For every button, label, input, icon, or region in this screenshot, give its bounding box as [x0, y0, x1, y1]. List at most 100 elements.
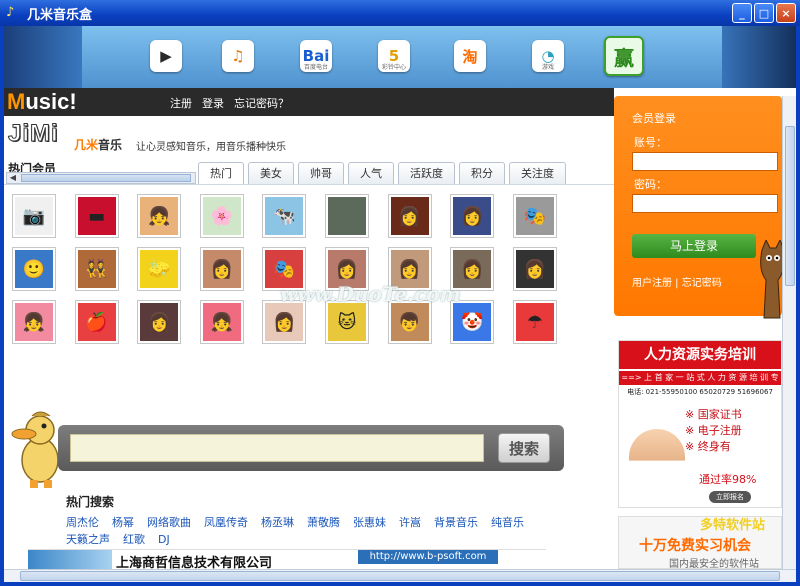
hot-search-link[interactable]: 周杰伦	[66, 514, 99, 531]
tab-4[interactable]: 活跃度	[398, 162, 455, 184]
scroll-thumb[interactable]	[21, 174, 191, 182]
member-avatar[interactable]: 👯	[74, 247, 119, 291]
bottom-horizontal-scrollbar[interactable]	[4, 569, 796, 582]
bottom-ad-banner[interactable]: 上海商哲信息技术有限公司 http://www.b-psoft.com	[28, 549, 546, 571]
member-avatar[interactable]: 🌸	[199, 194, 244, 238]
search-input[interactable]	[70, 434, 484, 462]
avatar-image: 👩	[515, 250, 554, 288]
member-avatar[interactable]	[325, 194, 369, 238]
ad-signup-button[interactable]: 立即报名	[709, 491, 751, 503]
brand-slogan: 让心灵感知音乐，用音乐播种快乐	[136, 142, 286, 153]
minimize-button[interactable]: _	[732, 3, 752, 23]
member-avatar[interactable]: 👩	[199, 247, 244, 291]
ring-icon-label: 彩铃中心	[381, 64, 406, 71]
member-avatar[interactable]: 👧	[12, 300, 56, 344]
tab-1[interactable]: 美女	[248, 162, 294, 184]
ad-phone: 电话: 021-55950100 65020729 51696067	[627, 388, 773, 396]
ad-pass-rate: 通过率98%	[699, 473, 757, 486]
maximize-button[interactable]: □	[754, 3, 774, 23]
bottom-scroll-thumb[interactable]	[20, 571, 780, 581]
avatar-image: 👦	[390, 303, 429, 341]
member-avatar[interactable]: ▬	[74, 194, 119, 238]
ring-icon[interactable]: 5 彩铃中心	[378, 40, 410, 72]
login-links[interactable]: 用户注册 | 忘记密码	[632, 274, 722, 289]
training-ad[interactable]: 人力资源实务培训 ==> 上 首 家 一 站 式 人 力 资 源 培 训 专 业…	[618, 340, 782, 508]
hot-search-link[interactable]: 许嵩	[399, 514, 421, 531]
app-banner: ▶ ♫ Bai 百度电台 5 彩铃中心 淘 ◔ 游戏 赢	[4, 26, 796, 88]
avatar-image: ☂	[515, 303, 554, 341]
search-button[interactable]: 搜索	[498, 433, 550, 463]
tab-3[interactable]: 人气	[348, 162, 394, 184]
tab-5[interactable]: 积分	[459, 162, 505, 184]
login-submit-button[interactable]: 马上登录	[632, 234, 756, 258]
taobao-icon[interactable]: 淘	[454, 40, 486, 72]
horizontal-scrollbar[interactable]: ◀	[6, 172, 196, 184]
jimi-logo: JiMi	[8, 120, 59, 148]
member-avatar[interactable]: 📷	[12, 194, 56, 238]
password-input[interactable]	[632, 194, 778, 213]
login-title: 会员登录	[632, 112, 676, 125]
hot-search-link[interactable]: DJ	[158, 531, 170, 548]
vertical-scroll-thumb[interactable]	[785, 126, 795, 286]
hot-search-link[interactable]: 萧敬腾	[307, 514, 340, 531]
hot-search-link[interactable]: 纯音乐	[491, 514, 524, 531]
hot-search-link[interactable]: 杨丞琳	[261, 514, 294, 531]
hot-search-link[interactable]: 红歌	[123, 531, 145, 548]
member-avatar[interactable]: 👩	[387, 194, 432, 238]
tab-6[interactable]: 关注度	[509, 162, 566, 184]
app-icon: ♪	[6, 5, 15, 20]
game-icon[interactable]: ◔ 游戏	[532, 40, 564, 72]
member-avatar[interactable]: 👩	[262, 300, 307, 344]
account-input[interactable]	[632, 152, 778, 171]
hot-search-link[interactable]: 天籁之声	[66, 531, 110, 548]
member-avatar[interactable]: 🤡	[450, 300, 495, 344]
tab-0[interactable]: 热门	[198, 162, 244, 184]
game-icon-label: 游戏	[541, 64, 554, 71]
member-avatar[interactable]: 🐄	[262, 194, 307, 238]
search-bar: 搜索	[58, 425, 564, 471]
avatar-image: 👧	[140, 197, 179, 235]
member-avatar[interactable]: 🙂	[12, 247, 56, 291]
ad-url[interactable]: http://www.b-psoft.com	[358, 550, 498, 564]
hot-search-link[interactable]: 凤凰传奇	[204, 514, 248, 531]
ad-feature-list: ※ 国家证书 ※ 电子注册 ※ 终身有	[685, 407, 742, 455]
avatar-image: 👩	[390, 197, 429, 235]
hot-search-title: 热门搜索	[66, 495, 115, 509]
forgot-password-link[interactable]: 忘记密码？	[234, 95, 289, 111]
app-banner-inner: ▶ ♫ Bai 百度电台 5 彩铃中心 淘 ◔ 游戏 赢	[82, 26, 722, 88]
hot-search-link[interactable]: 张惠妹	[353, 514, 386, 531]
member-avatar[interactable]: 👧	[199, 300, 244, 344]
window-frame-bottom	[0, 582, 800, 586]
login-link[interactable]: 登录	[202, 95, 224, 111]
member-avatar[interactable]: 👩	[450, 194, 495, 238]
vertical-scrollbar[interactable]	[782, 96, 796, 569]
music-note-icon[interactable]: ♫	[222, 40, 254, 72]
tab-2[interactable]: 帅哥	[298, 162, 344, 184]
play-icon[interactable]: ▶	[150, 40, 182, 72]
member-avatar[interactable]: 🧽	[137, 247, 182, 291]
hot-search-link[interactable]: 背景音乐	[434, 514, 478, 531]
win-icon[interactable]: 赢	[604, 36, 644, 76]
baidu-icon[interactable]: Bai 百度电台	[300, 40, 332, 72]
avatar-image: 👯	[77, 250, 116, 288]
member-avatar[interactable]: 👧	[137, 194, 182, 238]
member-avatar[interactable]: 🍎	[74, 300, 119, 344]
member-avatar[interactable]: 👦	[387, 300, 432, 344]
member-avatar[interactable]: 👩	[512, 247, 557, 291]
hot-search-link[interactable]: 网络歌曲	[147, 514, 191, 531]
avatar-image: 👧	[202, 303, 241, 341]
member-avatar[interactable]: 🎭	[512, 194, 557, 238]
member-avatar[interactable]: ☂	[512, 300, 557, 344]
avatar-image: 🐄	[265, 197, 304, 235]
ad-feature: ※ 电子注册	[685, 424, 742, 437]
window-title: 几米音乐盒	[27, 7, 93, 23]
avatar-image: 🧽	[140, 250, 179, 288]
hot-search-link[interactable]: 杨幂	[112, 514, 134, 531]
member-avatar[interactable]: 👩	[137, 300, 182, 344]
member-avatar[interactable]: 🐱	[325, 300, 369, 344]
password-label: 密码：	[634, 178, 667, 191]
scroll-left-icon[interactable]: ◀	[7, 173, 19, 183]
close-button[interactable]: ×	[776, 3, 796, 23]
register-link[interactable]: 注册	[170, 95, 192, 111]
brand-header: JiMi 几米音乐 让心灵感知音乐，用音乐播种快乐 热门会员	[4, 116, 614, 176]
